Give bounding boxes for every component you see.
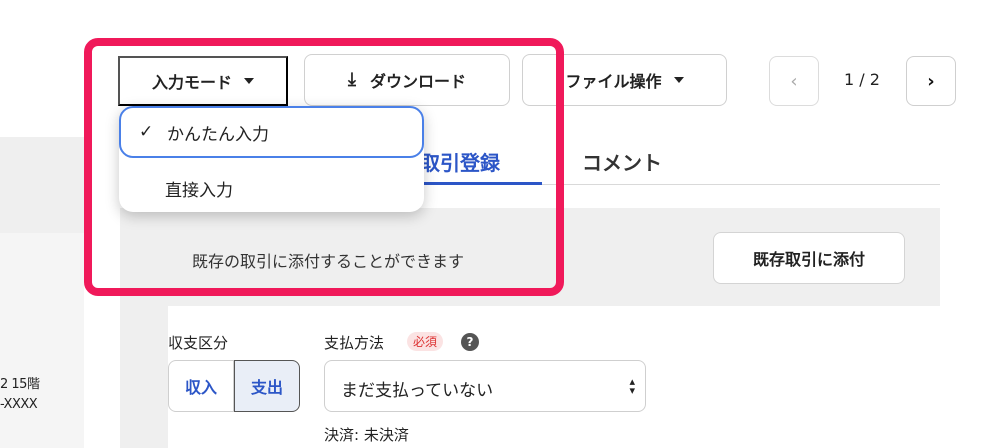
category-label: 収支区分 (168, 334, 229, 352)
settlement-status: 決済: 未決済 (324, 426, 409, 444)
download-label: ダウンロード (369, 72, 466, 91)
download-icon: ⤓ (348, 69, 356, 90)
attach-existing-button[interactable]: 既存取引に添付 (713, 232, 905, 284)
preview-address-line: 2 15階 (0, 377, 40, 392)
input-mode-menu: ✓ かんたん入力 直接入力 (119, 106, 424, 212)
tab-transaction-register[interactable]: 取引登録 (420, 147, 500, 176)
download-button[interactable]: ⤓ ダウンロード (304, 54, 510, 106)
form-side-strip (120, 208, 168, 448)
expense-toggle[interactable]: 支出 (234, 360, 300, 412)
tab-comment[interactable]: コメント (582, 147, 662, 176)
menu-item-label: かんたん入力 (167, 124, 269, 145)
next-page-button[interactable]: › (906, 56, 956, 106)
menu-item-easy-input[interactable]: ✓ かんたん入力 (119, 106, 424, 158)
payment-method-select[interactable]: まだ支払っていない ▴ ▾ (324, 360, 646, 412)
help-icon[interactable]: ? (461, 333, 479, 351)
attach-notice-text: 既存の取引に添付することができます (192, 252, 465, 271)
caret-down-icon (244, 78, 254, 84)
input-mode-button[interactable]: 入力モード (118, 56, 288, 106)
page-indicator: 1 / 2 (844, 70, 880, 89)
file-operations-label: ファイル操作 (565, 72, 662, 91)
menu-item-direct-input[interactable]: 直接入力 (119, 162, 424, 214)
input-mode-label: 入力モード (151, 73, 232, 92)
document-preview-page (0, 233, 84, 448)
payment-method-value: まだ支払っていない (341, 381, 494, 401)
menu-item-label: 直接入力 (165, 180, 233, 201)
select-arrows-icon: ▴ ▾ (629, 375, 635, 397)
active-tab-indicator (410, 182, 542, 185)
payment-method-label: 支払方法 (324, 334, 385, 352)
check-icon: ✓ (139, 122, 154, 142)
chevron-left-icon: ‹ (790, 70, 798, 92)
caret-down-icon (673, 77, 684, 83)
prev-page-button[interactable]: ‹ (769, 56, 819, 106)
required-badge: 必須 (407, 332, 444, 351)
attach-notice-box: 既存の取引に添付することができます 既存取引に添付 (168, 208, 940, 306)
preview-postal-line: -XXXX (0, 397, 38, 412)
chevron-right-icon: › (927, 70, 935, 92)
detail-tabs: 取引登録 コメント (410, 137, 940, 185)
income-toggle[interactable]: 収入 (168, 360, 234, 412)
file-operations-button[interactable]: ファイル操作 (522, 54, 727, 106)
